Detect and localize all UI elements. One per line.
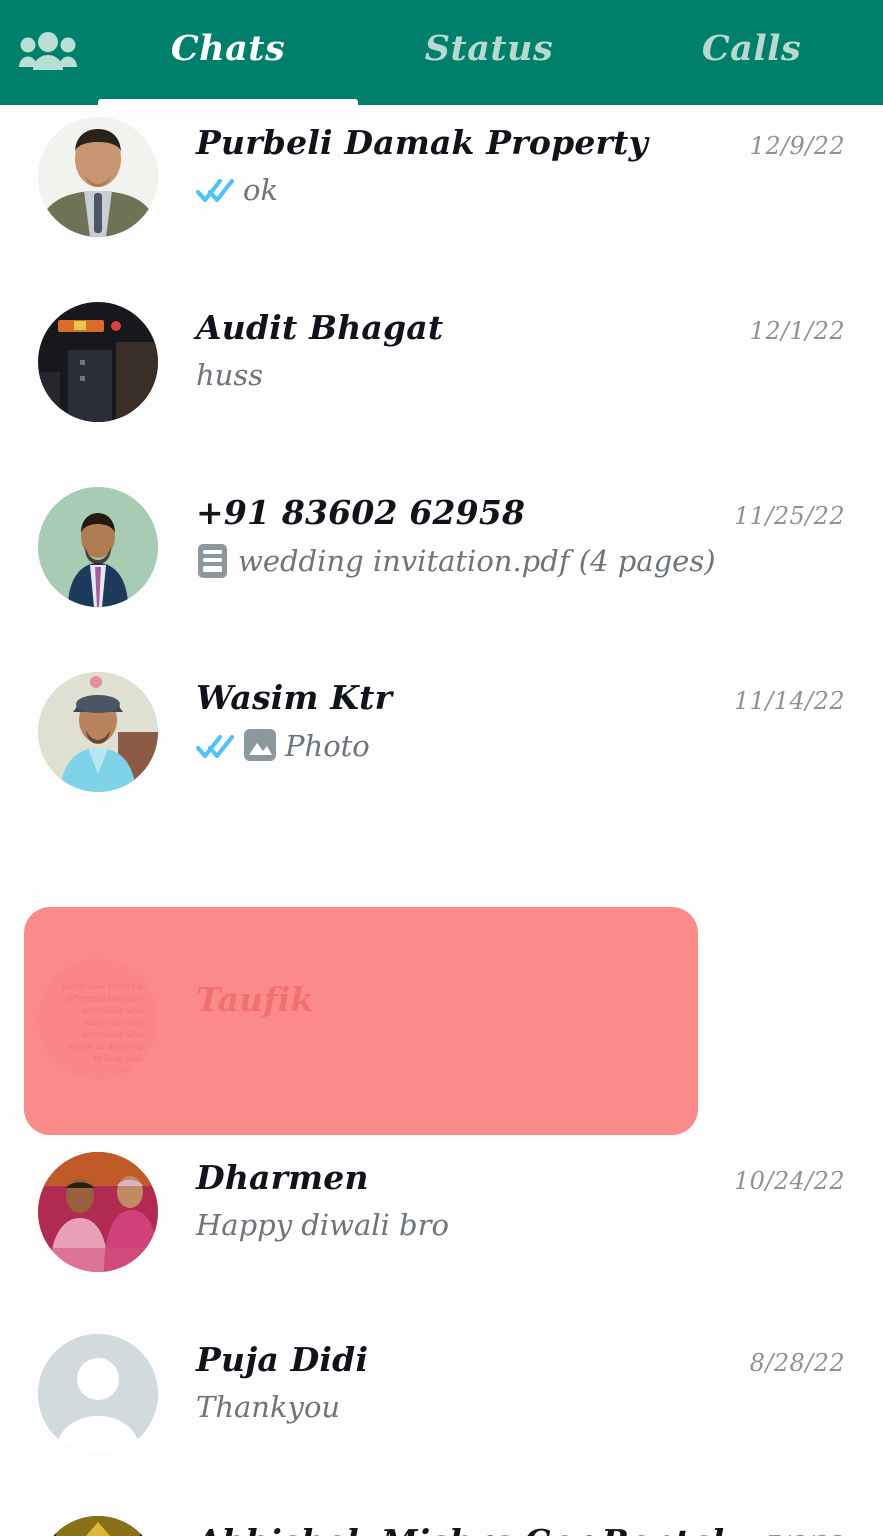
- svg-text:somebody who: somebody who: [82, 1006, 143, 1015]
- chat-timestamp: 10/24/22: [734, 1167, 845, 1195]
- avatar[interactable]: [38, 1516, 158, 1536]
- chat-title: Abhishek Mishra Car Rental: [196, 1523, 736, 1536]
- chat-title: +91 83602 62958: [196, 493, 526, 532]
- chat-timestamp: 8/28/22: [749, 1349, 845, 1377]
- chat-timestamp: 11/25/22: [734, 502, 845, 530]
- chat-preview-text: Thankyou: [196, 1390, 341, 1424]
- chat-preview-text: ok: [243, 173, 279, 207]
- chat-list-item-selected[interactable]: Remember there's a difference between so…: [0, 907, 883, 1135]
- chat-preview-line: Thankyou: [196, 1390, 736, 1424]
- avatar[interactable]: [38, 1334, 158, 1454]
- chat-preview-line: ok: [196, 173, 736, 207]
- avatar[interactable]: Remember there's a difference between so…: [38, 959, 158, 1079]
- double-check-icon: [196, 176, 234, 204]
- community-people-icon[interactable]: [18, 28, 78, 76]
- header-tabs: Chats Status Calls: [98, 0, 883, 105]
- chat-timestamp: 7/6/22: [765, 1531, 845, 1536]
- chat-list-item[interactable]: Puja Didi Thankyou 8/28/22: [0, 1327, 883, 1509]
- chat-preview-text: Photo: [285, 729, 370, 763]
- chat-title: Dharmen: [196, 1158, 369, 1197]
- chat-title: Taufik: [196, 980, 314, 1019]
- svg-text:to keep you.: to keep you.: [93, 1054, 143, 1063]
- chat-list-item[interactable]: Wasim Ktr Photo 11/14/22: [0, 665, 883, 840]
- chat-title: Audit Bhagat: [196, 308, 444, 347]
- svg-text:somebody who: somebody who: [82, 1030, 143, 1039]
- chat-preview-text: wedding invitation.pdf (4 pages): [238, 544, 716, 578]
- chat-list[interactable]: Purbeli Damak Property ok 12/9/22 Audit …: [0, 105, 883, 1536]
- chat-title: Puja Didi: [196, 1340, 369, 1379]
- image-icon: [243, 728, 276, 764]
- svg-text:would do anything: would do anything: [69, 1042, 143, 1051]
- chat-list-item[interactable]: Dharmen Happy diwali bro 10/24/22: [0, 1145, 883, 1327]
- chat-preview-line: wedding invitation.pdf (4 pages): [196, 543, 736, 579]
- chat-list-item[interactable]: Purbeli Damak Property ok 12/9/22: [0, 110, 883, 295]
- app-header: Chats Status Calls: [0, 0, 883, 105]
- chat-list-item[interactable]: Abhishek Mishra Car Rental Hy 7/6/22: [0, 1509, 883, 1536]
- svg-text:unknown: unknown: [120, 1068, 143, 1074]
- chat-title: Wasim Ktr: [196, 678, 393, 717]
- avatar[interactable]: [38, 672, 158, 792]
- tab-status[interactable]: Status: [358, 0, 620, 105]
- svg-text:Remember there's a: Remember there's a: [62, 982, 144, 991]
- avatar[interactable]: [38, 487, 158, 607]
- avatar[interactable]: [38, 1152, 158, 1272]
- chat-timestamp: 12/9/22: [749, 132, 845, 160]
- svg-text:difference between: difference between: [66, 994, 143, 1003]
- whatsapp-chats-screen: Chats Status Calls Purbeli Damak Propert…: [0, 0, 883, 1536]
- chat-preview-text: huss: [196, 358, 264, 392]
- chat-timestamp: 11/14/22: [734, 687, 845, 715]
- chat-preview-text: Happy diwali bro: [196, 1208, 449, 1242]
- avatar[interactable]: [38, 302, 158, 422]
- chat-list-item[interactable]: Audit Bhagat huss 12/1/22: [0, 295, 883, 480]
- chat-title: Purbeli Damak Property: [196, 123, 648, 162]
- chat-preview-line: huss: [196, 358, 736, 392]
- document-icon: [196, 543, 229, 579]
- tab-chats[interactable]: Chats: [98, 0, 358, 105]
- chat-preview-line: Happy diwali bro: [196, 1208, 736, 1242]
- chat-timestamp: 12/1/22: [749, 317, 845, 345]
- chat-preview-line: Photo: [196, 728, 736, 764]
- avatar[interactable]: [38, 117, 158, 237]
- double-check-icon: [196, 732, 234, 760]
- tab-calls[interactable]: Calls: [620, 0, 883, 105]
- chat-list-item[interactable]: +91 83602 62958 wedding invitation.pdf (…: [0, 480, 883, 665]
- svg-text:wants you and: wants you and: [84, 1018, 143, 1027]
